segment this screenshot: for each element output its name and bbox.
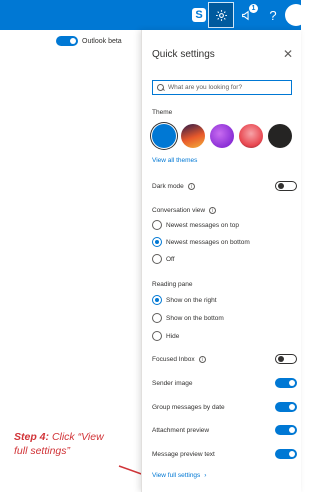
info-icon[interactable]: i <box>209 207 217 214</box>
radio-button[interactable] <box>152 254 162 264</box>
whats-new-button[interactable]: 1 <box>236 4 258 26</box>
instruction-annotation: Step 4: Click “View full settings” <box>14 430 134 458</box>
radio-newest-top[interactable]: Newest messages on top <box>152 220 239 230</box>
view-all-themes-link[interactable]: View all themes <box>152 157 197 164</box>
conversation-view-label: Conversation view <box>152 207 206 214</box>
settings-button[interactable] <box>208 2 234 28</box>
quick-settings-panel: Quick settings ✕ What are you looking fo… <box>141 30 301 492</box>
message-preview-toggle[interactable] <box>275 449 297 459</box>
attachment-preview-toggle[interactable] <box>275 425 297 435</box>
radio-button-selected[interactable] <box>152 237 162 247</box>
outlook-beta-toggle[interactable] <box>56 36 78 46</box>
panel-title: Quick settings <box>152 49 215 60</box>
skype-button[interactable]: S <box>188 4 210 26</box>
info-icon[interactable]: i <box>187 183 195 190</box>
theme-swatch-dark[interactable] <box>268 124 292 148</box>
focused-inbox-row: Focused Inbox i <box>152 356 206 363</box>
help-button[interactable]: ? <box>262 4 284 26</box>
dark-mode-toggle[interactable] <box>275 181 297 191</box>
radio-button-selected[interactable] <box>152 295 162 305</box>
view-full-settings-link[interactable]: View full settings › <box>152 472 206 479</box>
radio-hide[interactable]: Hide <box>152 331 179 341</box>
radio-label: Newest messages on bottom <box>166 238 250 246</box>
conversation-view-row: Conversation view i <box>152 207 217 214</box>
focused-inbox-toggle[interactable] <box>275 354 297 364</box>
message-preview-label: Message preview text <box>152 451 215 458</box>
step-label: Step 4: <box>14 431 50 443</box>
avatar[interactable] <box>285 4 307 26</box>
search-icon <box>157 83 165 92</box>
attachment-preview-label: Attachment preview <box>152 427 210 434</box>
top-bar: S 1 ? <box>0 0 307 30</box>
outlook-beta-label: Outlook beta <box>82 37 122 45</box>
radio-conversation-off[interactable]: Off <box>152 254 175 264</box>
outlook-beta-row[interactable]: Outlook beta <box>56 36 122 46</box>
notification-badge: 1 <box>249 4 258 13</box>
settings-search-input[interactable]: What are you looking for? <box>152 80 292 95</box>
step-text-line1: Click “View <box>51 431 104 443</box>
close-icon[interactable]: ✕ <box>283 47 293 61</box>
focused-inbox-label: Focused Inbox <box>152 356 195 363</box>
gear-icon <box>215 9 227 21</box>
group-by-date-toggle[interactable] <box>275 402 297 412</box>
radio-label: Show on the right <box>166 296 217 304</box>
skype-icon: S <box>192 8 206 22</box>
radio-button[interactable] <box>152 220 162 230</box>
help-icon: ? <box>269 7 277 23</box>
search-placeholder: What are you looking for? <box>168 84 243 91</box>
radio-button[interactable] <box>152 331 162 341</box>
theme-heading: Theme <box>152 109 173 116</box>
view-full-settings-label: View full settings <box>152 472 201 479</box>
theme-swatch-purple[interactable] <box>210 124 234 148</box>
reading-pane-heading: Reading pane <box>152 281 193 288</box>
theme-swatch-sunset[interactable] <box>181 124 205 148</box>
radio-show-bottom[interactable]: Show on the bottom <box>152 313 224 323</box>
sender-image-toggle[interactable] <box>275 378 297 388</box>
group-by-date-label: Group messages by date <box>152 404 225 411</box>
radio-show-right[interactable]: Show on the right <box>152 295 217 305</box>
radio-label: Hide <box>166 332 180 340</box>
theme-swatch-pink[interactable] <box>239 124 263 148</box>
theme-swatches <box>152 124 292 148</box>
radio-label: Newest messages on top <box>166 221 239 229</box>
radio-label: Show on the bottom <box>166 314 224 322</box>
mail-pane <box>0 30 141 492</box>
radio-button[interactable] <box>152 313 162 323</box>
info-icon[interactable]: i <box>198 356 206 363</box>
theme-swatch-blue[interactable] <box>152 124 176 148</box>
sender-image-label: Sender image <box>152 380 193 387</box>
chevron-right-icon: › <box>204 472 207 479</box>
dark-mode-row: Dark mode i <box>152 183 195 190</box>
step-text-line2: full settings” <box>14 445 71 457</box>
radio-label: Off <box>166 255 175 263</box>
radio-newest-bottom[interactable]: Newest messages on bottom <box>152 237 250 247</box>
dark-mode-label: Dark mode <box>152 183 184 190</box>
